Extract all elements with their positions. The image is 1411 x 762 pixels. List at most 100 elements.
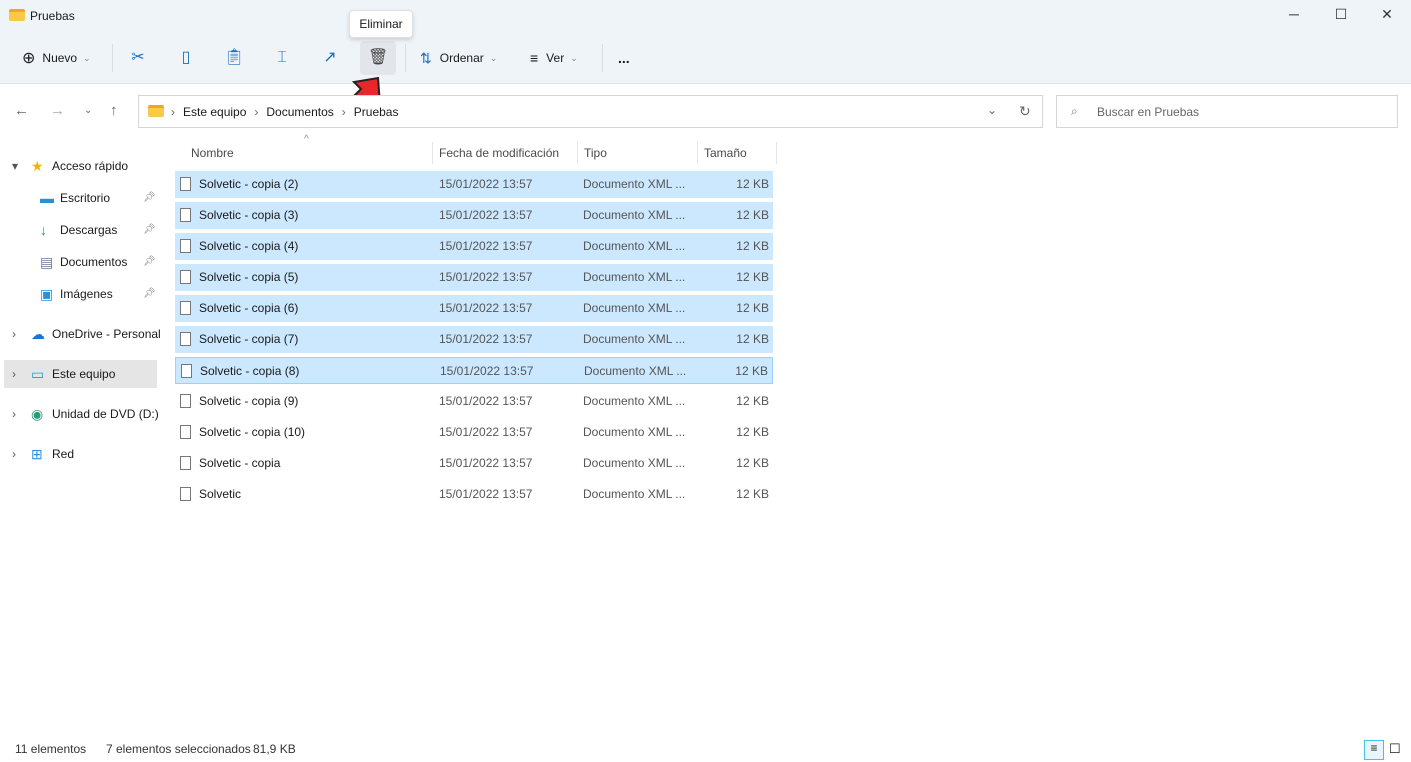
view-button[interactable]: ≡ Ver ⌄: [530, 44, 578, 72]
pin-icon[interactable]: 📌︎: [143, 248, 156, 276]
sidebar-item-label: Este equipo: [52, 367, 116, 381]
expand-chevron-icon[interactable]: ›: [12, 440, 16, 468]
details-view-button[interactable]: ≡: [1364, 740, 1384, 760]
sidebar-item[interactable]: › ◉ Unidad de DVD (D:): [0, 400, 160, 428]
minimize-button[interactable]: ─: [1284, 6, 1304, 26]
file-size: 12 KB: [736, 301, 769, 315]
column-date[interactable]: Fecha de modificación: [439, 142, 559, 166]
column-size[interactable]: Tamaño: [704, 142, 747, 166]
search-box[interactable]: ⌕ Buscar en Pruebas: [1056, 95, 1398, 128]
sidebar-item[interactable]: ▬ Escritorio 📌︎: [0, 184, 160, 212]
pc-icon: ▭: [31, 366, 45, 382]
breadcrumb-documentos[interactable]: Documentos: [266, 105, 333, 119]
divider: [112, 44, 113, 72]
file-row[interactable]: Solvetic - copia (9) 15/01/2022 13:57 Do…: [175, 388, 773, 415]
file-size: 12 KB: [735, 364, 768, 378]
sidebar-item-label: Acceso rápido: [52, 159, 129, 173]
file-name: Solvetic - copia (10): [199, 425, 306, 439]
copy-icon[interactable]: ▯: [176, 48, 196, 68]
expand-chevron-icon[interactable]: ›: [12, 360, 16, 388]
sidebar-item[interactable]: ▾ ★ Acceso rápido: [0, 152, 160, 180]
sidebar-item-label: Red: [52, 447, 75, 461]
xml-document-icon: [180, 456, 191, 470]
sidebar-item[interactable]: ↓ Descargas 📌︎: [0, 216, 160, 244]
file-row[interactable]: Solvetic - copia (10) 15/01/2022 13:57 D…: [175, 419, 773, 446]
divider: [577, 142, 578, 164]
sidebar-item[interactable]: ▣ Imágenes 📌︎: [0, 280, 160, 308]
recent-locations-button[interactable]: ⌄: [84, 105, 92, 116]
maximize-button[interactable]: ☐: [1331, 6, 1351, 26]
tiles-view-button[interactable]: ☐: [1389, 741, 1401, 757]
file-size: 12 KB: [736, 332, 769, 346]
rename-icon[interactable]: ⌶: [272, 48, 292, 68]
expand-chevron-icon[interactable]: ▾: [12, 152, 18, 180]
file-type: Documento XML ...: [583, 177, 686, 191]
sidebar-item[interactable]: › ☁ OneDrive - Personal: [0, 320, 161, 348]
divider: [432, 142, 433, 164]
sidebar-item[interactable]: › ⊞ Red: [0, 440, 160, 468]
delete-icon[interactable]: 🗑︎: [368, 48, 388, 68]
search-input[interactable]: Buscar en Pruebas: [1097, 105, 1199, 119]
xml-document-icon: [180, 270, 191, 284]
item-count: 11 elementos: [15, 742, 87, 756]
close-button[interactable]: ✕: [1377, 6, 1397, 26]
file-row[interactable]: Solvetic - copia (3) 15/01/2022 13:57 Do…: [175, 202, 773, 229]
divider: [697, 142, 698, 164]
sort-ascending-icon: ^: [304, 134, 309, 145]
sort-button[interactable]: ⇅ Ordenar ⌄: [420, 44, 497, 72]
delete-tooltip: Eliminar: [349, 10, 413, 38]
file-type: Documento XML ...: [583, 332, 686, 346]
window-title: Pruebas: [30, 9, 75, 23]
breadcrumb-este-equipo[interactable]: Este equipo: [183, 105, 246, 119]
file-size: 12 KB: [736, 456, 769, 470]
file-type: Documento XML ...: [583, 487, 686, 501]
paste-icon[interactable]: 📋︎: [224, 48, 244, 68]
column-name[interactable]: Nombre: [191, 142, 234, 166]
file-date: 15/01/2022 13:57: [439, 456, 533, 470]
folder-icon: [148, 105, 164, 117]
back-button[interactable]: ←: [14, 102, 29, 119]
address-bar[interactable]: › Este equipo › Documentos › Pruebas ⌄ ↻: [138, 95, 1043, 128]
file-row[interactable]: Solvetic - copia (7) 15/01/2022 13:57 Do…: [175, 326, 773, 353]
expand-chevron-icon[interactable]: ›: [12, 320, 16, 348]
search-icon: ⌕: [1071, 104, 1078, 118]
file-type: Documento XML ...: [584, 364, 687, 378]
file-row[interactable]: Solvetic 15/01/2022 13:57 Documento XML …: [175, 481, 773, 508]
sidebar-item[interactable]: › ▭ Este equipo: [0, 360, 160, 388]
file-name: Solvetic - copia: [199, 456, 281, 470]
file-date: 15/01/2022 13:57: [440, 364, 534, 378]
xml-document-icon: [180, 425, 191, 439]
file-type: Documento XML ...: [583, 239, 686, 253]
pin-icon[interactable]: 📌︎: [143, 280, 156, 308]
file-row[interactable]: Solvetic - copia (6) 15/01/2022 13:57 Do…: [175, 295, 773, 322]
expand-chevron-icon[interactable]: ›: [12, 400, 16, 428]
file-type: Documento XML ...: [583, 301, 686, 315]
more-options-button[interactable]: ...: [618, 44, 630, 72]
file-size: 12 KB: [736, 425, 769, 439]
file-row[interactable]: Solvetic - copia (4) 15/01/2022 13:57 Do…: [175, 233, 773, 260]
new-button[interactable]: ⊕ Nuevo ⌄: [22, 44, 91, 72]
plus-icon: ⊕: [22, 50, 36, 67]
sidebar-item[interactable]: ▤ Documentos 📌︎: [0, 248, 160, 276]
file-size: 12 KB: [736, 394, 769, 408]
up-button[interactable]: ↑: [110, 102, 118, 119]
address-dropdown-button[interactable]: ⌄: [987, 103, 997, 117]
file-date: 15/01/2022 13:57: [439, 177, 533, 191]
column-type[interactable]: Tipo: [584, 142, 607, 166]
file-row[interactable]: Solvetic - copia (8) 15/01/2022 13:57 Do…: [175, 357, 773, 384]
file-row[interactable]: Solvetic - copia (2) 15/01/2022 13:57 Do…: [175, 171, 773, 198]
share-icon[interactable]: ↗: [320, 48, 340, 68]
pin-icon[interactable]: 📌︎: [143, 216, 156, 244]
sidebar-item-label: Documentos: [60, 255, 128, 269]
file-row[interactable]: Solvetic - copia (5) 15/01/2022 13:57 Do…: [175, 264, 773, 291]
refresh-button[interactable]: ↻: [1019, 103, 1031, 120]
sidebar-item-label: Escritorio: [60, 191, 111, 205]
xml-document-icon: [181, 364, 192, 378]
file-date: 15/01/2022 13:57: [439, 208, 533, 222]
forward-button[interactable]: →: [50, 102, 65, 119]
cut-icon[interactable]: ✂: [128, 48, 148, 68]
pin-icon[interactable]: 📌︎: [143, 184, 156, 212]
file-date: 15/01/2022 13:57: [439, 487, 533, 501]
breadcrumb-pruebas[interactable]: Pruebas: [354, 105, 399, 119]
file-row[interactable]: Solvetic - copia 15/01/2022 13:57 Docume…: [175, 450, 773, 477]
